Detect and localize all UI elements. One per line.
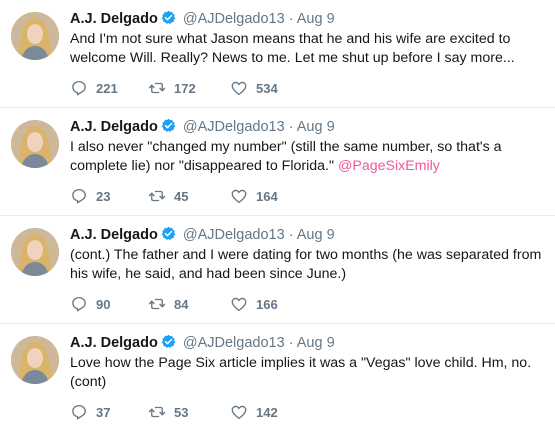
- separator-dot: ·: [288, 11, 294, 27]
- tweet-content: A.J. Delgado @AJDelgado13 · Aug 9 I also…: [70, 118, 548, 176]
- reply-button[interactable]: 90: [70, 295, 148, 313]
- tweet-actions: 23 45 164: [70, 186, 310, 206]
- reply-button[interactable]: 23: [70, 187, 148, 205]
- tweet-text-body: Love how the Page Six article implies it…: [70, 355, 532, 390]
- tweet[interactable]: A.J. Delgado @AJDelgado13 · Aug 9 Love h…: [0, 324, 555, 432]
- tweet-content: A.J. Delgado @AJDelgado13 · Aug 9 (cont.…: [70, 226, 548, 284]
- reply-icon: [72, 80, 86, 96]
- retweet-count: 172: [174, 80, 196, 96]
- author-name[interactable]: A.J. Delgado: [70, 119, 158, 135]
- retweet-button[interactable]: 84: [148, 295, 230, 313]
- like-button[interactable]: 164: [230, 187, 310, 205]
- tweet[interactable]: A.J. Delgado @AJDelgado13 · Aug 9 (cont.…: [0, 216, 555, 324]
- tweet-actions: 37 53 142: [70, 402, 310, 422]
- author-handle[interactable]: @AJDelgado13: [183, 335, 285, 351]
- tweet-text: Love how the Page Six article implies it…: [70, 354, 548, 392]
- author-handle[interactable]: @AJDelgado13: [183, 119, 285, 135]
- like-button[interactable]: 534: [230, 79, 310, 97]
- like-count: 166: [256, 296, 278, 312]
- retweet-icon: [148, 406, 166, 418]
- like-count: 534: [256, 80, 278, 96]
- retweet-count: 84: [174, 296, 189, 312]
- retweet-count: 53: [174, 404, 189, 420]
- retweet-button[interactable]: 45: [148, 187, 230, 205]
- separator-dot: ·: [288, 227, 294, 243]
- tweet-timestamp[interactable]: Aug 9: [297, 335, 335, 351]
- tweet-text-body: And I'm not sure what Jason means that h…: [70, 31, 515, 66]
- avatar-photo-icon: [11, 12, 59, 60]
- retweet-count: 45: [174, 188, 189, 204]
- verified-badge-icon: [161, 118, 176, 132]
- heart-icon: [231, 405, 247, 420]
- tweet-content: A.J. Delgado @AJDelgado13 · Aug 9 Love h…: [70, 334, 548, 392]
- author-handle[interactable]: @AJDelgado13: [183, 227, 285, 243]
- reply-count: 90: [96, 296, 111, 312]
- avatar[interactable]: [11, 120, 59, 168]
- tweet-feed: A.J. Delgado @AJDelgado13 · Aug 9 And I'…: [0, 0, 555, 432]
- reply-icon: [72, 404, 86, 420]
- separator-dot: ·: [288, 335, 294, 351]
- retweet-button[interactable]: 53: [148, 403, 230, 421]
- author-name[interactable]: A.J. Delgado: [70, 11, 158, 27]
- tweet-header: A.J. Delgado @AJDelgado13 · Aug 9: [70, 118, 548, 136]
- reply-button[interactable]: 221: [70, 79, 148, 97]
- avatar-photo-icon: [11, 336, 59, 384]
- tweet-text: I also never "changed my number" (still …: [70, 138, 548, 176]
- retweet-icon: [148, 298, 166, 310]
- like-button[interactable]: 142: [230, 403, 310, 421]
- reply-button[interactable]: 37: [70, 403, 148, 421]
- heart-icon: [231, 297, 247, 312]
- avatar[interactable]: [11, 336, 59, 384]
- heart-icon: [231, 81, 247, 96]
- separator-dot: ·: [288, 119, 294, 135]
- author-name[interactable]: A.J. Delgado: [70, 227, 158, 243]
- tweet-header: A.J. Delgado @AJDelgado13 · Aug 9: [70, 10, 548, 28]
- reply-count: 37: [96, 404, 111, 420]
- avatar-photo-icon: [11, 120, 59, 168]
- reply-icon: [72, 296, 86, 312]
- retweet-button[interactable]: 172: [148, 79, 230, 97]
- author-name[interactable]: A.J. Delgado: [70, 335, 158, 351]
- retweet-icon: [148, 190, 166, 202]
- tweet-text: (cont.) The father and I were dating for…: [70, 246, 548, 284]
- tweet-text: And I'm not sure what Jason means that h…: [70, 30, 548, 68]
- heart-icon: [231, 189, 247, 204]
- tweet-timestamp[interactable]: Aug 9: [297, 227, 335, 243]
- avatar[interactable]: [11, 12, 59, 60]
- tweet-text-body: (cont.) The father and I were dating for…: [70, 247, 542, 282]
- tweet-actions: 90 84 166: [70, 294, 310, 314]
- like-count: 142: [256, 404, 278, 420]
- avatar-photo-icon: [11, 228, 59, 276]
- verified-badge-icon: [161, 334, 176, 348]
- tweet[interactable]: A.J. Delgado @AJDelgado13 · Aug 9 And I'…: [0, 0, 555, 108]
- tweet-header: A.J. Delgado @AJDelgado13 · Aug 9: [70, 334, 548, 352]
- mention-link[interactable]: @PageSixEmily: [338, 158, 440, 174]
- tweet-actions: 221 172 534: [70, 78, 310, 98]
- like-count: 164: [256, 188, 278, 204]
- tweet[interactable]: A.J. Delgado @AJDelgado13 · Aug 9 I also…: [0, 108, 555, 216]
- tweet-content: A.J. Delgado @AJDelgado13 · Aug 9 And I'…: [70, 10, 548, 68]
- tweet-header: A.J. Delgado @AJDelgado13 · Aug 9: [70, 226, 548, 244]
- reply-icon: [72, 188, 86, 204]
- retweet-icon: [148, 82, 166, 94]
- like-button[interactable]: 166: [230, 295, 310, 313]
- verified-badge-icon: [161, 10, 176, 24]
- avatar[interactable]: [11, 228, 59, 276]
- verified-badge-icon: [161, 226, 176, 240]
- reply-count: 221: [96, 80, 118, 96]
- author-handle[interactable]: @AJDelgado13: [183, 11, 285, 27]
- reply-count: 23: [96, 188, 111, 204]
- tweet-timestamp[interactable]: Aug 9: [297, 119, 335, 135]
- tweet-timestamp[interactable]: Aug 9: [297, 11, 335, 27]
